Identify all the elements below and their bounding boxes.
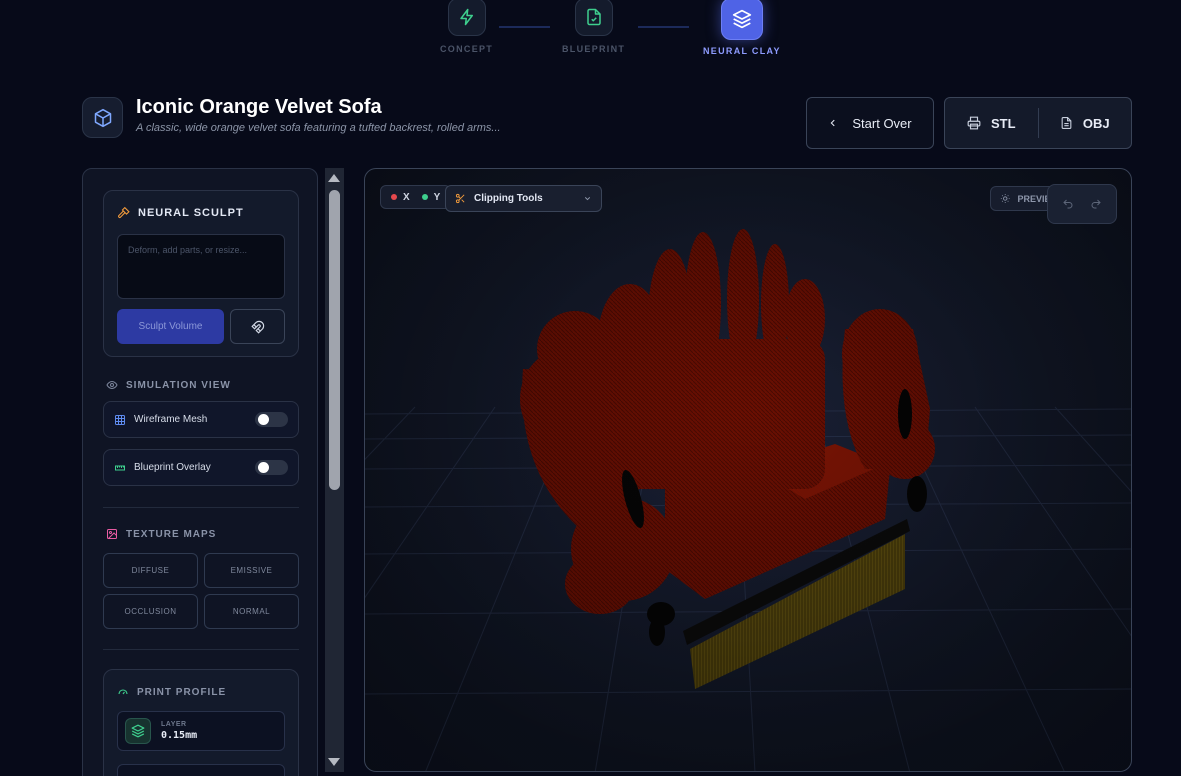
neural-sculpt-title: NEURAL SCULPT — [138, 206, 244, 219]
scissors-icon — [455, 193, 465, 204]
layers-icon — [125, 718, 151, 744]
simulation-view-header: SIMULATION VIEW — [106, 379, 231, 391]
layer-value: 0.15mm — [161, 730, 198, 741]
obj-label: OBJ — [1082, 115, 1110, 131]
magnet-icon — [250, 320, 264, 334]
eye-icon — [106, 380, 118, 390]
step-connector — [499, 26, 550, 28]
undo-redo-group — [1047, 184, 1117, 224]
x-axis-dot — [391, 194, 397, 200]
stl-label: STL — [990, 115, 1016, 131]
magnet-button[interactable] — [230, 309, 285, 344]
step-blueprint[interactable]: BLUEPRINT — [562, 0, 625, 54]
clipping-tools-dropdown[interactable]: Clipping Tools — [445, 185, 602, 212]
texture-map-grid: DIFFUSE EMISSIVE OCCLUSION NORMAL — [103, 553, 299, 629]
texture-maps-header: TEXTURE MAPS — [106, 528, 216, 540]
blueprint-overlay-label: Blueprint Overlay — [134, 462, 211, 473]
section-divider — [103, 649, 299, 650]
scroll-thumb[interactable] — [329, 190, 340, 490]
sofa-3d-model[interactable] — [365, 169, 1132, 772]
image-icon — [107, 529, 117, 539]
hammer-icon — [118, 206, 130, 218]
page-subtitle: A classic, wide orange velvet sofa featu… — [136, 122, 501, 134]
step-neural-clay[interactable]: NEURAL CLAY — [703, 0, 781, 56]
sun-icon — [1000, 194, 1010, 203]
print-setting-field[interactable] — [117, 764, 285, 776]
print-profile-card: PRINT PROFILE LAYER 0.15mm — [103, 669, 299, 776]
sculpt-prompt-input[interactable]: Deform, add parts, or resize... — [117, 234, 285, 299]
y-axis-dot — [421, 194, 428, 200]
print-profile-title: PRINT PROFILE — [137, 686, 227, 698]
page-title: Iconic Orange Velvet Sofa — [136, 96, 382, 118]
cube-icon — [82, 97, 123, 138]
scroll-down-arrow[interactable] — [328, 758, 340, 766]
section-divider — [103, 507, 299, 508]
3d-viewport[interactable]: X Y Clipping Tools PREVIEW — [364, 168, 1132, 772]
print-profile-header: PRINT PROFILE — [117, 686, 226, 698]
step-connector — [638, 26, 689, 28]
panel-scrollbar[interactable] — [325, 168, 344, 772]
axis-indicator: X Y — [380, 185, 452, 209]
wireframe-mesh-switch[interactable] — [255, 412, 288, 427]
viewport-vignette — [365, 169, 1131, 771]
x-axis-label: X — [403, 191, 410, 203]
chevron-left-icon — [830, 119, 835, 127]
gauge-icon — [118, 689, 128, 695]
layer-height-field[interactable]: LAYER 0.15mm — [117, 711, 285, 751]
texture-maps-title: TEXTURE MAPS — [126, 528, 217, 540]
texture-occlusion-button[interactable]: OCCLUSION — [103, 594, 198, 629]
simulation-view-title: SIMULATION VIEW — [126, 379, 231, 391]
texture-emissive-button[interactable]: EMISSIVE — [204, 553, 299, 588]
zap-icon — [447, 0, 486, 36]
step-concept[interactable]: CONCEPT — [440, 0, 493, 54]
neural-sculpt-card: NEURAL SCULPT Deform, add parts, or resi… — [103, 190, 299, 357]
blueprint-overlay-toggle-row[interactable]: Blueprint Overlay — [103, 449, 299, 486]
texture-normal-button[interactable]: NORMAL — [204, 594, 299, 629]
clipping-tools-label: Clipping Tools — [474, 193, 543, 204]
start-over-label: Start Over — [852, 115, 912, 131]
neural-sculpt-header: NEURAL SCULPT — [117, 206, 244, 219]
file-check-icon — [574, 0, 613, 36]
texture-diffuse-button[interactable]: DIFFUSE — [103, 553, 198, 588]
grid-icon — [115, 414, 125, 425]
ruler-icon — [115, 465, 125, 470]
export-stl-button[interactable]: STL — [945, 98, 1038, 148]
blueprint-overlay-switch[interactable] — [255, 460, 288, 475]
step-label: BLUEPRINT — [562, 44, 626, 54]
step-label: CONCEPT — [440, 44, 494, 54]
layer-label: LAYER — [161, 721, 187, 728]
layers-icon — [720, 0, 763, 40]
export-obj-button[interactable]: OBJ — [1039, 98, 1132, 148]
wireframe-mesh-label: Wireframe Mesh — [134, 414, 208, 425]
control-panel: NEURAL SCULPT Deform, add parts, or resi… — [82, 168, 318, 776]
wireframe-mesh-toggle-row[interactable]: Wireframe Mesh — [103, 401, 299, 438]
file-text-icon — [1061, 117, 1072, 129]
redo-icon[interactable] — [1090, 198, 1102, 210]
printer-icon — [967, 116, 981, 130]
export-group: STL OBJ — [944, 97, 1132, 149]
sculpt-volume-button[interactable]: Sculpt Volume — [117, 309, 224, 344]
y-axis-label: Y — [433, 191, 441, 203]
undo-icon[interactable] — [1062, 198, 1074, 210]
step-label: NEURAL CLAY — [703, 46, 781, 56]
start-over-button[interactable]: Start Over — [806, 97, 934, 149]
scroll-up-arrow[interactable] — [328, 174, 340, 182]
chevron-down-icon — [584, 197, 591, 201]
